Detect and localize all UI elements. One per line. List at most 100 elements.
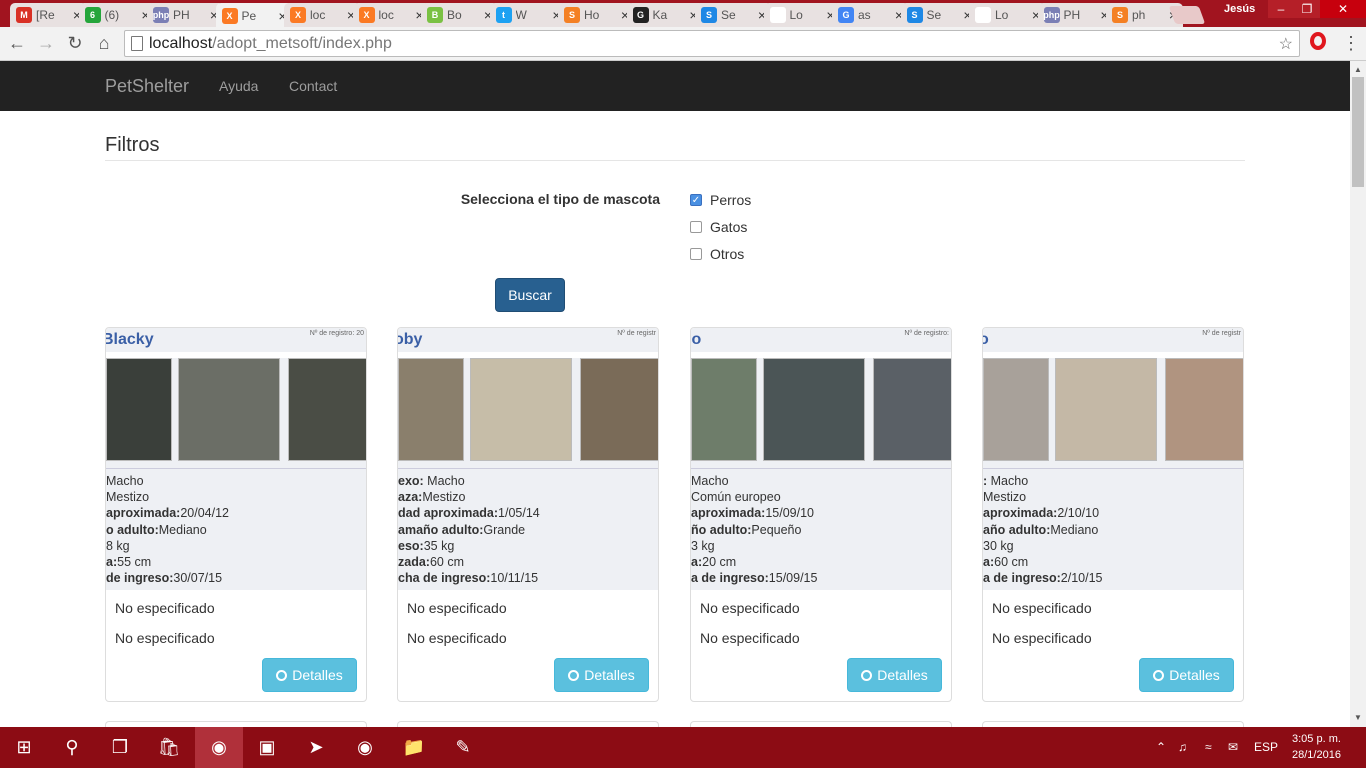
windows-start-icon[interactable]: ⊞ bbox=[12, 735, 36, 759]
chevron-up-icon[interactable]: ⌃ bbox=[1156, 740, 1166, 754]
pet-fact-key: aza: bbox=[398, 490, 423, 505]
close-window-icon[interactable]: ✕ bbox=[1320, 0, 1366, 18]
browser-tab[interactable]: Gas × bbox=[832, 3, 909, 27]
browser-tab[interactable]: M [Re × bbox=[10, 3, 87, 27]
details-button[interactable]: Detalles bbox=[554, 658, 649, 692]
poster-divider bbox=[691, 468, 951, 469]
site-brand[interactable]: PetShelter bbox=[105, 76, 189, 97]
checkbox-box[interactable]: ✓ bbox=[690, 194, 702, 206]
browser-tab[interactable]: Xloc × bbox=[352, 3, 430, 27]
details-button[interactable]: Detalles bbox=[847, 658, 942, 692]
browser-menu-icon[interactable]: ⋮ bbox=[1342, 33, 1360, 54]
pet-poster-image[interactable]: jo Nº de registro: Macho Común europeoaprox… bbox=[691, 328, 951, 590]
tab-title: PH bbox=[1063, 8, 1081, 22]
pet-photo bbox=[691, 358, 757, 461]
pet-fact-value: Pequeño bbox=[751, 522, 802, 537]
pet-fact-key: ño adulto: bbox=[691, 522, 752, 537]
pet-fact-value: Común europeo bbox=[691, 490, 781, 505]
page-scrollbar[interactable]: ▲ ▼ bbox=[1350, 61, 1366, 727]
poster-divider bbox=[398, 468, 658, 469]
pet-fact-value: Mestizo bbox=[983, 490, 1027, 505]
tab-favicon-icon: X bbox=[221, 7, 238, 24]
store-icon[interactable]: 🛍 bbox=[157, 735, 181, 759]
browser-tab[interactable]: Lo × bbox=[763, 3, 841, 27]
tab-favicon-icon: S bbox=[906, 7, 923, 23]
pet-fact-key: a de ingreso: bbox=[983, 571, 1061, 586]
folder-icon[interactable]: 📁 bbox=[402, 735, 426, 759]
back-icon[interactable]: ← bbox=[6, 33, 28, 54]
site-navbar: PetShelter Ayuda Contact bbox=[0, 61, 1350, 111]
scroll-up-icon[interactable]: ▲ bbox=[1354, 65, 1362, 74]
notifications-icon[interactable]: ✉ bbox=[1228, 740, 1238, 754]
language-indicator[interactable]: ESP bbox=[1254, 740, 1278, 754]
chrome-icon[interactable]: ◉ bbox=[195, 727, 243, 768]
browser-toolbar: ← → ↻ ⌂ localhost/adopt_metsoft/index.ph… bbox=[0, 27, 1366, 61]
tab-favicon-icon: S bbox=[1112, 7, 1128, 23]
details-button[interactable]: Detalles bbox=[262, 658, 357, 692]
search-button[interactable]: Buscar bbox=[495, 278, 565, 312]
task-view-icon[interactable]: ❐ bbox=[108, 735, 132, 759]
search-icon[interactable]: ⚲ bbox=[60, 735, 84, 759]
browser-tab[interactable]: S Se × bbox=[900, 3, 978, 27]
pet-fact-key: a: bbox=[691, 555, 703, 570]
pet-card: jo Nº de registro: Macho Común europeoaprox… bbox=[690, 327, 952, 702]
clock[interactable]: 3:05 p. m. 28/1/2016 bbox=[1292, 731, 1341, 763]
reload-icon[interactable]: ↻ bbox=[64, 33, 86, 54]
app-icon[interactable]: ◉ bbox=[353, 735, 377, 759]
tab-title: W bbox=[515, 8, 527, 22]
filters-heading: Filtros bbox=[105, 134, 160, 156]
pet-poster-image[interactable]: Blacky Nº de registro: 20 Macho Mestizo apro… bbox=[106, 328, 366, 590]
scroll-thumb[interactable] bbox=[1352, 77, 1364, 187]
checkbox-gatos[interactable]: Gatos bbox=[690, 219, 747, 235]
app-icon[interactable]: ▣ bbox=[255, 735, 279, 759]
checkbox-otros[interactable]: Otros bbox=[690, 246, 744, 262]
address-bar[interactable]: localhost/adopt_metsoft/index.php ☆ bbox=[124, 30, 1300, 57]
browser-tab[interactable]: G Ka × bbox=[626, 3, 704, 27]
browser-tab[interactable]: php PH × bbox=[1037, 3, 1115, 27]
pet-fact-key: aproximada: bbox=[691, 506, 766, 521]
browser-tab[interactable]: php PH × bbox=[147, 3, 224, 27]
nav-link-contact[interactable]: Contact bbox=[289, 78, 337, 94]
nav-link-ayuda[interactable]: Ayuda bbox=[219, 78, 258, 94]
divider bbox=[105, 160, 1245, 161]
minimize-icon[interactable]: – bbox=[1268, 0, 1294, 18]
profile-user-name[interactable]: Jesús bbox=[1224, 3, 1255, 15]
browser-tab[interactable]: Xloc × bbox=[284, 3, 361, 27]
browser-tab[interactable]: X Pe × bbox=[215, 3, 293, 27]
browser-tab[interactable]: 6 (6) × bbox=[78, 3, 156, 27]
restore-icon[interactable]: ❐ bbox=[1294, 0, 1320, 18]
zoom-in-icon bbox=[276, 670, 288, 681]
tab-title: ph bbox=[1132, 8, 1146, 22]
clock-time: 3:05 p. m. bbox=[1292, 733, 1341, 745]
new-tab-button[interactable] bbox=[1168, 6, 1206, 24]
checkbox-box[interactable] bbox=[690, 221, 702, 233]
editor-icon[interactable]: ✎ bbox=[451, 735, 475, 759]
tab-title: [Re bbox=[36, 8, 55, 22]
details-button[interactable]: Detalles bbox=[1139, 658, 1234, 692]
browser-tab[interactable]: S Ho × bbox=[558, 3, 635, 27]
checkbox-box[interactable] bbox=[690, 248, 702, 260]
home-icon[interactable]: ⌂ bbox=[93, 33, 115, 54]
forward-icon[interactable]: → bbox=[35, 33, 57, 54]
dolphin-icon[interactable]: ➤ bbox=[304, 735, 328, 759]
tab-favicon-icon: php bbox=[1043, 7, 1060, 23]
browser-tab[interactable]: Lo × bbox=[969, 3, 1046, 27]
pet-fact: 8 kg bbox=[106, 538, 366, 554]
tab-favicon-icon bbox=[975, 7, 991, 23]
browser-tab[interactable]: B Bo × bbox=[421, 3, 498, 27]
pet-fact-value: 30/07/15 bbox=[173, 571, 223, 586]
pet-fact: Mestizo bbox=[983, 489, 1243, 505]
wifi-icon[interactable]: ≈ bbox=[1205, 740, 1212, 754]
browser-tab[interactable]: S Se × bbox=[695, 3, 772, 27]
volume-icon[interactable]: ♫ bbox=[1178, 740, 1187, 754]
tab-title: (6) bbox=[104, 8, 120, 22]
pet-poster-image[interactable]: oNº de registr: MachoMestizoaproximada:2… bbox=[983, 328, 1243, 590]
pet-poster-image[interactable]: oby Nº de registr exo: Machoaza:Mestizodad… bbox=[398, 328, 658, 590]
bookmark-star-icon[interactable]: ☆ bbox=[1279, 32, 1293, 57]
poster-divider bbox=[106, 468, 366, 469]
pet-photo bbox=[580, 358, 658, 461]
scroll-down-icon[interactable]: ▼ bbox=[1354, 713, 1362, 722]
browser-tab[interactable]: t W × bbox=[489, 3, 567, 27]
checkbox-perros[interactable]: ✓ Perros bbox=[690, 192, 751, 208]
opera-icon[interactable] bbox=[1310, 32, 1326, 50]
